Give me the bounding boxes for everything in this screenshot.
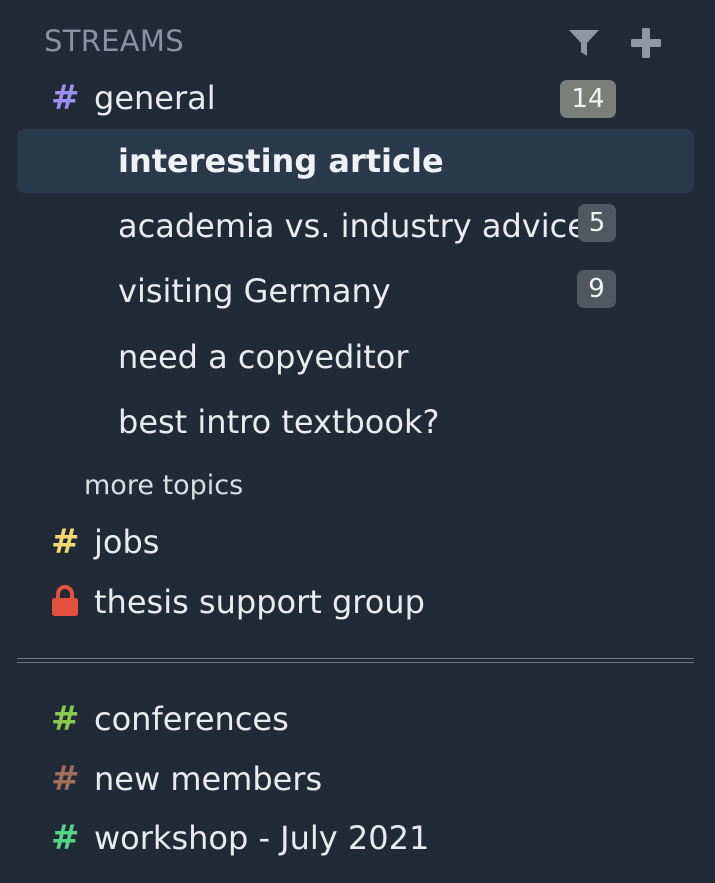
hash-icon: #	[51, 759, 80, 799]
stream-name: general	[94, 79, 216, 117]
hash-icon: #	[51, 522, 80, 562]
topic-label: need a copyeditor	[118, 338, 409, 376]
plus-icon[interactable]	[630, 27, 662, 59]
hash-icon: #	[51, 818, 80, 858]
hash-icon: #	[51, 699, 80, 739]
streams-header-title: STREAMS	[44, 24, 184, 58]
stream-name: thesis support group	[94, 583, 425, 621]
lock-icon	[51, 585, 79, 617]
topic-label: interesting article	[118, 142, 444, 180]
stream-name: jobs	[94, 523, 160, 561]
streams-sidebar: STREAMS # general 14 interesting article…	[0, 0, 715, 883]
stream-row-jobs[interactable]: # jobs	[0, 522, 715, 582]
stream-name: conferences	[94, 700, 289, 738]
topic-label: academia vs. industry advice?	[118, 207, 604, 245]
stream-row-thesis-support-group[interactable]: thesis support group	[0, 582, 715, 642]
topic-label: best intro textbook?	[118, 403, 440, 441]
section-divider	[17, 658, 694, 663]
unread-count-badge: 9	[577, 270, 616, 308]
more-topics-link[interactable]: more topics	[84, 468, 243, 504]
hash-icon: #	[51, 78, 80, 118]
unread-count-badge: 14	[560, 80, 616, 118]
filter-icon[interactable]	[568, 28, 600, 58]
streams-header: STREAMS	[44, 22, 674, 62]
stream-name: workshop - July 2021	[94, 819, 430, 857]
topic-item-visiting-germany[interactable]: visiting Germany 9	[17, 259, 694, 323]
topic-label: visiting Germany	[118, 272, 391, 310]
topic-item-interesting-article[interactable]: interesting article	[17, 129, 694, 193]
topic-item-academia-vs-industry[interactable]: academia vs. industry advice? 5	[17, 194, 694, 258]
unread-count-badge: 5	[578, 204, 616, 242]
stream-name: new members	[94, 760, 323, 798]
stream-row-new-members[interactable]: # new members	[0, 759, 715, 819]
stream-row-workshop-july-2021[interactable]: # workshop - July 2021	[0, 818, 715, 878]
stream-row-conferences[interactable]: # conferences	[0, 699, 715, 759]
topic-item-need-a-copyeditor[interactable]: need a copyeditor	[17, 325, 694, 389]
topic-item-best-intro-textbook[interactable]: best intro textbook?	[17, 390, 694, 454]
